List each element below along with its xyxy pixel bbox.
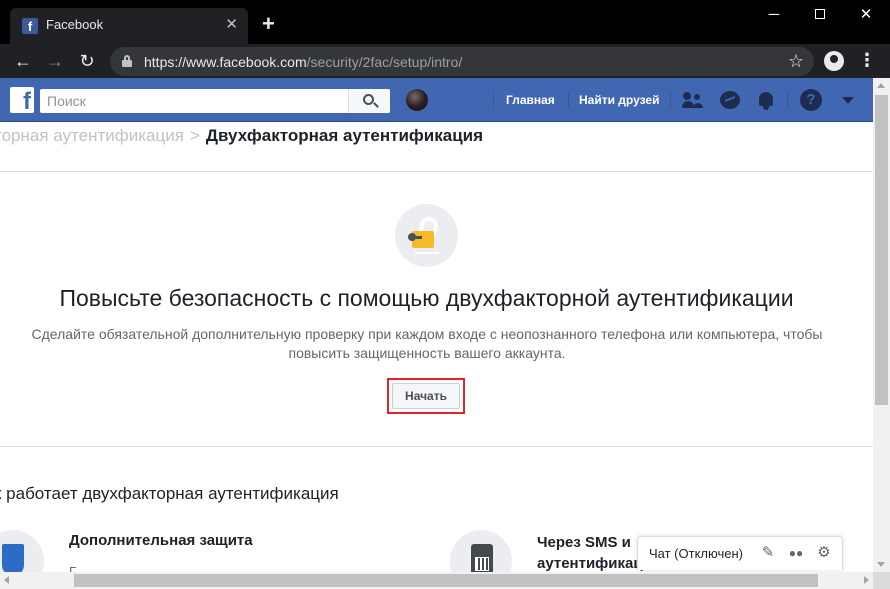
search-box — [40, 89, 390, 113]
intro-description: Сделайте обязательной дополнительную про… — [31, 326, 823, 361]
breadcrumb: торная аутентификация > Двухфакторная ауте… — [0, 126, 483, 146]
browser-titlebar: f Facebook ✕ + ─ ✕ — [0, 0, 890, 44]
scroll-left-icon[interactable] — [4, 576, 9, 584]
tab-title: Facebook — [46, 17, 104, 32]
page-title: Двухфакторная аутентификация — [205, 126, 484, 145]
divider — [0, 171, 873, 172]
window-maximize-button[interactable] — [797, 4, 843, 28]
start-button[interactable]: Начать — [392, 383, 460, 409]
divider — [0, 446, 873, 447]
browser-tab[interactable]: f Facebook ✕ — [10, 8, 248, 44]
secure-lock-icon[interactable] — [122, 55, 132, 67]
reload-button[interactable]: ↻ — [76, 50, 98, 72]
shield-icon — [0, 530, 44, 572]
nav-separator — [568, 92, 569, 108]
scroll-right-icon[interactable] — [864, 576, 869, 584]
address-bar[interactable]: https://www.facebook.com/security/2fac/s… — [110, 47, 814, 76]
facebook-logo-icon[interactable]: f — [10, 87, 34, 113]
nav-home-link[interactable]: Главная — [506, 93, 555, 107]
chat-status-label[interactable]: Чат (Отключен) — [649, 546, 743, 561]
page-content: торная аутентификация > Двухфакторная ауте… — [0, 122, 873, 572]
browser-toolbar: ← → ↻ https://www.facebook.com/security/… — [0, 44, 890, 78]
friend-requests-icon[interactable] — [682, 89, 704, 111]
new-group-icon[interactable]: ●● — [788, 545, 804, 561]
url-host: https://www.facebook.com — [144, 54, 307, 70]
url-path: /security/2fac/setup/intro/ — [306, 54, 463, 70]
search-input[interactable] — [40, 89, 348, 113]
scrollbar-corner — [873, 572, 890, 589]
search-button[interactable] — [348, 89, 390, 113]
phone-qr-icon — [450, 530, 512, 572]
breadcrumb-parent-link[interactable]: торная аутентификация — [0, 126, 184, 145]
new-tab-button[interactable]: + — [262, 13, 275, 35]
url-text[interactable]: https://www.facebook.com/security/2fac/s… — [144, 54, 462, 70]
window-close-button[interactable]: ✕ — [843, 4, 889, 28]
account-menu-dropdown-icon[interactable] — [838, 89, 860, 111]
bookmark-star-icon[interactable]: ☆ — [788, 51, 804, 71]
horizontal-scroll-thumb[interactable] — [74, 574, 818, 587]
back-button[interactable]: ← — [12, 50, 34, 72]
feature-sms-title: Через SMS и аутентификац — [537, 534, 643, 572]
facebook-favicon-icon: f — [22, 18, 38, 34]
scroll-down-icon[interactable] — [877, 562, 885, 567]
window-minimize-button[interactable]: ─ — [751, 4, 797, 28]
horizontal-scrollbar[interactable] — [0, 572, 873, 589]
avatar[interactable] — [406, 89, 428, 111]
profile-icon[interactable] — [824, 51, 844, 71]
compose-icon[interactable]: ✎ — [760, 545, 776, 561]
messenger-icon[interactable] — [719, 89, 741, 111]
feature-extra-protection-desc: Г — [69, 564, 77, 572]
scroll-up-icon[interactable] — [877, 83, 885, 88]
facebook-header: f Главная Найти друзей ? — [0, 78, 873, 122]
nav-separator — [670, 92, 671, 108]
vertical-scroll-thumb[interactable] — [875, 95, 888, 405]
nav-separator — [493, 92, 494, 108]
notifications-bell-icon[interactable] — [755, 89, 777, 111]
breadcrumb-separator: > — [189, 126, 200, 145]
chat-bar[interactable]: Чат (Отключен) ✎ ●● ⚙ — [637, 536, 843, 570]
how-it-works-title: к работает двухфакторная аутентификация — [0, 484, 339, 503]
browser-menu-icon[interactable]: ⋮ — [858, 50, 876, 70]
nav-find-friends-link[interactable]: Найти друзей — [579, 93, 659, 107]
vertical-scrollbar[interactable] — [873, 78, 890, 572]
unlocked-lock-icon — [395, 204, 458, 267]
nav-separator — [787, 92, 788, 108]
settings-gear-icon[interactable]: ⚙ — [816, 545, 832, 561]
forward-button[interactable]: → — [44, 50, 66, 72]
feature-extra-protection-title: Дополнительная защита — [69, 532, 253, 549]
tab-close-icon[interactable]: ✕ — [225, 16, 238, 34]
intro-title: Повысьте безопасность с помощью двухфакт… — [59, 285, 794, 311]
help-icon[interactable]: ? — [800, 89, 822, 111]
maximize-icon — [815, 9, 825, 19]
